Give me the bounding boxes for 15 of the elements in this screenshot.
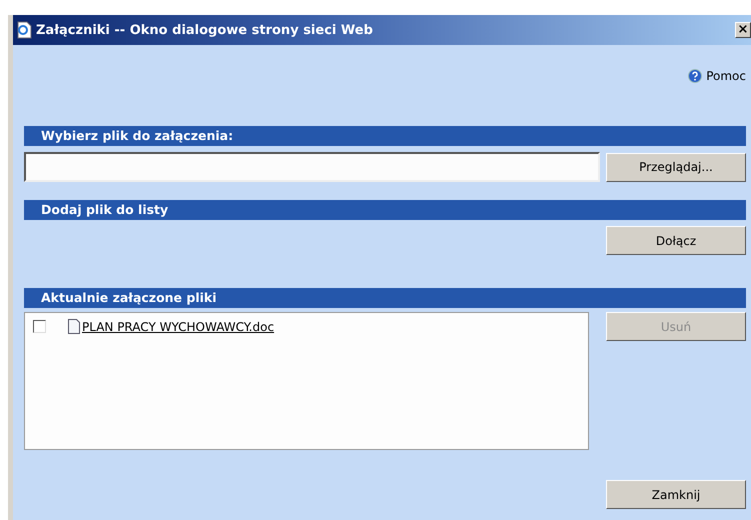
- attach-button[interactable]: Dołącz: [606, 226, 746, 255]
- browse-button[interactable]: Przeglądaj...: [606, 152, 746, 182]
- document-icon: [68, 319, 80, 334]
- section-header: Dodaj plik do listy: [24, 200, 746, 220]
- close-button[interactable]: ×: [735, 22, 751, 38]
- file-path-field[interactable]: [24, 152, 600, 182]
- help-link[interactable]: Pomoc: [688, 67, 746, 85]
- section-header: Aktualnie załączone pliki: [24, 288, 746, 308]
- file-link[interactable]: PLAN PRACY WYCHOWAWCY.doc: [82, 320, 274, 334]
- section-header: Wybierz plik do załączenia:: [24, 126, 746, 146]
- window-title: Załączniki -- Okno dialogowe strony sieci Web: [36, 22, 374, 38]
- file-checkbox[interactable]: [33, 320, 46, 333]
- document-icon: [16, 21, 32, 39]
- help-icon: [688, 69, 702, 83]
- close-dialog-button[interactable]: Zamknij: [606, 480, 746, 509]
